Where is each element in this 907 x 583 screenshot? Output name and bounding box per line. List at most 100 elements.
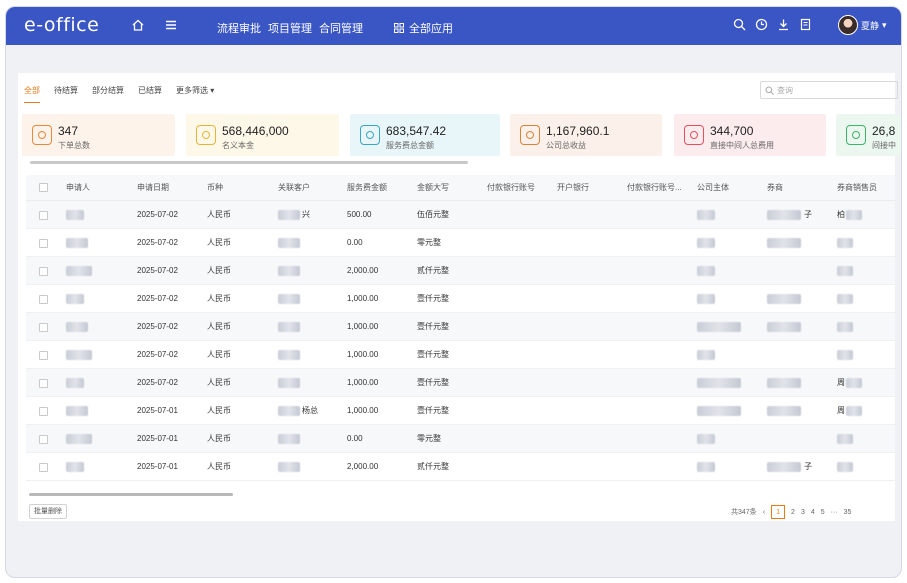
menu-icon[interactable]	[165, 19, 177, 31]
column-header[interactable]: 申请人	[66, 175, 90, 201]
row-checkbox[interactable]	[39, 379, 48, 388]
page-number[interactable]: 1	[771, 505, 786, 519]
coin-icon	[520, 125, 540, 145]
column-header[interactable]: 开户银行	[557, 175, 589, 201]
column-header[interactable]: 金额大写	[417, 175, 449, 201]
redacted-broker	[767, 462, 801, 472]
column-header[interactable]: 付款银行账号	[487, 175, 535, 201]
tab-settled[interactable]: 已结算	[138, 85, 162, 103]
all-apps-label: 全部应用	[409, 23, 453, 35]
row-checkbox[interactable]	[39, 435, 48, 444]
coin-icon	[360, 125, 380, 145]
cell-amount: 1,000.00	[347, 406, 379, 415]
table-row[interactable]: 2025-07-02 人民币 2,000.00 贰仟元整	[26, 257, 895, 285]
search-input[interactable]: 查询	[760, 81, 898, 99]
column-header[interactable]: 币种	[207, 175, 223, 201]
nav-item-contracts[interactable]: 合同管理	[319, 20, 363, 36]
table-row[interactable]: 2025-07-02 人民币 1,000.00 壹仟元整 周	[26, 369, 895, 397]
table-row[interactable]: 2025-07-02 人民币 0.00 零元整	[26, 229, 895, 257]
redacted-broker	[767, 406, 801, 416]
column-header[interactable]: 付款银行账号...	[627, 175, 682, 201]
tab-pending[interactable]: 待结算	[54, 85, 78, 103]
row-checkbox[interactable]	[39, 323, 48, 332]
cell-date: 2025-07-02	[137, 322, 178, 331]
select-all-checkbox[interactable]	[39, 183, 48, 192]
summary-card[interactable]: 347 下单总数	[22, 114, 175, 156]
table-row[interactable]: 2025-07-02 人民币 500.00 伍佰元整 兴 子 柏	[26, 201, 895, 229]
redacted-sales	[837, 266, 853, 276]
user-name: 夏静	[861, 20, 880, 31]
tab-partial[interactable]: 部分结算	[92, 85, 124, 103]
column-header[interactable]: 关联客户	[278, 175, 310, 201]
search-icon[interactable]	[733, 18, 746, 31]
row-checkbox[interactable]	[39, 267, 48, 276]
clock-icon[interactable]	[755, 18, 768, 31]
batch-delete-button[interactable]: 批量删除	[29, 504, 67, 519]
column-header[interactable]: 公司主体	[697, 175, 729, 201]
page-number[interactable]: 35	[844, 509, 852, 516]
tab-more-filters[interactable]: 更多筛选 ▾	[176, 85, 214, 103]
prev-page-icon[interactable]: ‹	[763, 509, 765, 516]
column-header[interactable]: 申请日期	[137, 175, 169, 201]
top-tools	[733, 18, 812, 31]
coin-icon-inner	[202, 131, 210, 139]
document-icon[interactable]	[799, 18, 812, 31]
table-scrollbar[interactable]	[29, 493, 233, 496]
table-row[interactable]: 2025-07-02 人民币 1,000.00 壹仟元整	[26, 313, 895, 341]
redacted-customer	[278, 406, 300, 416]
cell-amount-words: 零元整	[417, 238, 441, 247]
main-panel: 全部 待结算 部分结算 已结算 更多筛选 ▾ 查询 347 下单总数 568,446…	[18, 73, 901, 521]
column-header[interactable]: 服务费金额	[347, 175, 387, 201]
summary-card[interactable]: 1,167,960.1 公司总收益	[510, 114, 662, 156]
tab-all[interactable]: 全部	[24, 85, 40, 103]
cell-currency: 人民币	[207, 406, 231, 415]
card-value: 1,167,960.1	[546, 124, 610, 138]
coin-icon-inner	[852, 131, 860, 139]
page-number[interactable]: 5	[821, 509, 825, 516]
top-bar: e-office 流程审批 项目管理 合同管理 全部应用 夏静 ▾	[6, 7, 901, 45]
page-number[interactable]: 2	[791, 509, 795, 516]
page-number[interactable]: 3	[801, 509, 805, 516]
nav-item-projects[interactable]: 项目管理	[268, 20, 312, 36]
column-header[interactable]: 券商销售员	[837, 175, 877, 201]
row-checkbox[interactable]	[39, 295, 48, 304]
redacted-sales	[846, 210, 862, 220]
app-logo[interactable]: e-office	[24, 14, 99, 36]
home-icon[interactable]	[131, 18, 145, 32]
table-row[interactable]: 2025-07-01 人民币 0.00 零元整	[26, 425, 895, 453]
cell-date: 2025-07-02	[137, 210, 178, 219]
card-label: 间接中	[872, 141, 896, 150]
summary-card[interactable]: 344,700 直接中间人总费用	[674, 114, 826, 156]
cell-date: 2025-07-02	[137, 294, 178, 303]
grid-icon	[394, 23, 404, 33]
redacted-broker	[767, 322, 801, 332]
row-checkbox[interactable]	[39, 463, 48, 472]
page-number[interactable]: 4	[811, 509, 815, 516]
download-icon[interactable]	[777, 18, 790, 31]
row-checkbox[interactable]	[39, 407, 48, 416]
redacted-broker	[767, 210, 801, 220]
page-number[interactable]: ···	[831, 509, 838, 516]
summary-card[interactable]: 568,446,000 名义本金	[186, 114, 339, 156]
table-row[interactable]: 2025-07-02 人民币 1,000.00 壹仟元整	[26, 285, 895, 313]
redacted-applicant	[66, 434, 92, 444]
nav-item-workflow[interactable]: 流程审批	[217, 20, 261, 36]
summary-card[interactable]: 683,547.42 服务费总金额	[350, 114, 500, 156]
row-checkbox[interactable]	[39, 211, 48, 220]
redacted-sales	[837, 238, 853, 248]
column-header[interactable]: 券商	[767, 175, 783, 201]
table-row[interactable]: 2025-07-01 人民币 1,000.00 壹仟元整 杨总 周	[26, 397, 895, 425]
table-row[interactable]: 2025-07-02 人民币 1,000.00 壹仟元整	[26, 341, 895, 369]
user-menu[interactable]: 夏静 ▾	[838, 15, 887, 35]
summary-card[interactable]: 26,8 间接中	[836, 114, 901, 156]
cards-scrollbar[interactable]	[30, 161, 468, 164]
main-nav: 流程审批 项目管理 合同管理	[217, 20, 363, 36]
cell-date: 2025-07-02	[137, 350, 178, 359]
redacted-applicant	[66, 238, 88, 248]
redacted-company	[697, 266, 715, 276]
row-checkbox[interactable]	[39, 351, 48, 360]
all-apps-button[interactable]: 全部应用	[394, 20, 453, 36]
table-row[interactable]: 2025-07-01 人民币 2,000.00 贰仟元整 子	[26, 453, 895, 481]
row-checkbox[interactable]	[39, 239, 48, 248]
cell-sales: 柏	[837, 210, 845, 219]
